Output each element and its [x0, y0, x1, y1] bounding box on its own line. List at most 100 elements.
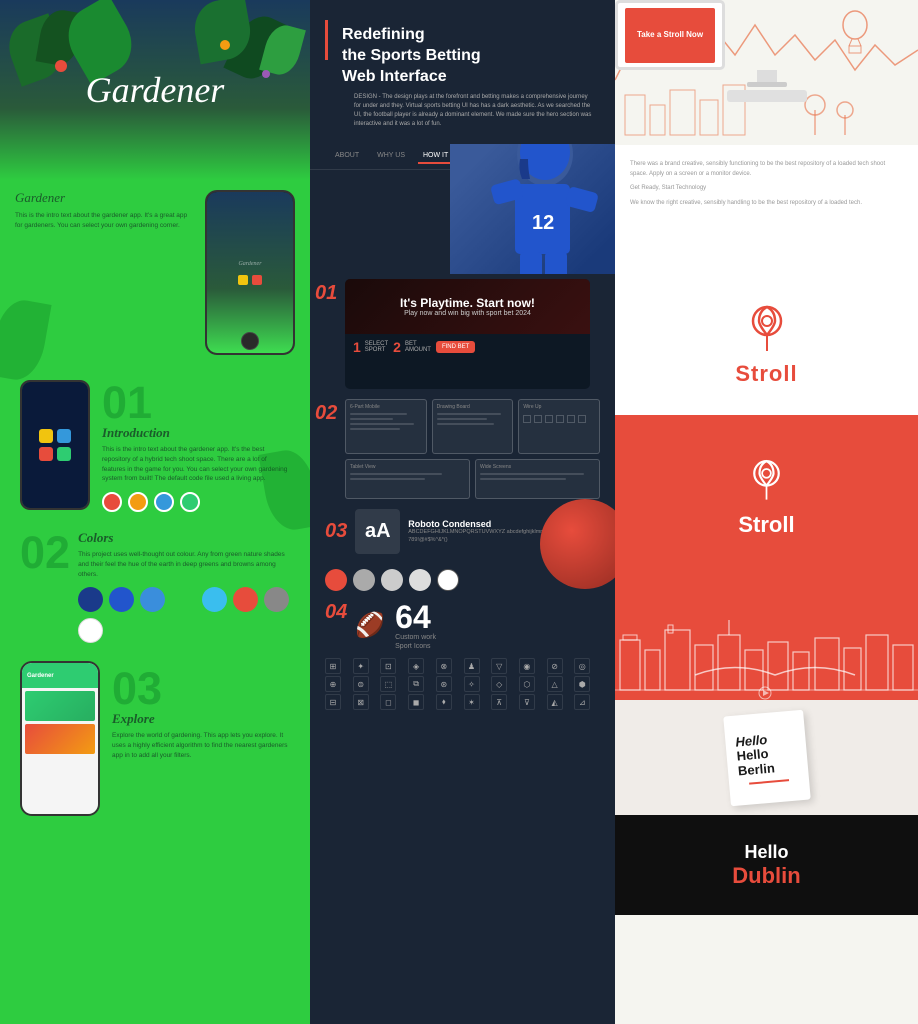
colors-description: This project uses well-thought out colou… — [78, 550, 290, 579]
wireframe-2: Drawing Board — [432, 399, 514, 454]
palette-white — [437, 569, 459, 591]
section-01-label: 01 — [315, 282, 337, 305]
phone-icon-cluster — [39, 429, 71, 461]
explore-title: Explore — [112, 711, 290, 727]
icon-cell-28: ⊽ — [519, 694, 535, 710]
red-accent-line — [325, 20, 328, 60]
icon-cell-5: ⊗ — [436, 658, 452, 674]
section-03-label: 03 — [325, 520, 347, 543]
step-1-num: 1 — [353, 339, 361, 355]
wf-cell — [523, 415, 531, 423]
step-2-text: BETAMOUNT — [405, 341, 431, 353]
icon-cell-20: ⬢ — [574, 676, 590, 692]
phone-screen-social: Gardener — [22, 663, 98, 814]
hello-berlin-card: Hello Hello Berlin — [615, 700, 918, 815]
phone-mockup-small — [20, 380, 90, 510]
wireframe-label-3: Wire Up — [523, 404, 595, 410]
step-2-num: 2 — [393, 339, 401, 355]
swatch-blue — [109, 587, 134, 612]
keyboard — [727, 90, 807, 102]
wf-cell — [556, 415, 564, 423]
icon-cell-1: ⊞ — [325, 658, 341, 674]
dublin-city-text: Dublin — [732, 863, 800, 889]
nav-tab-why[interactable]: WHY US — [372, 149, 410, 164]
palette-gray1 — [353, 569, 375, 591]
phone-screen-main: Gardener — [207, 192, 293, 353]
swatch-dark-blue — [78, 587, 103, 612]
social-post-image-2 — [25, 724, 95, 754]
sports-subtitle: DESIGN - The design plays at the forefro… — [342, 93, 595, 129]
stroll-text-card: There was a brand creative, sensibly fun… — [615, 145, 918, 275]
icon-cell-4: ◈ — [408, 658, 424, 674]
wireframe-1: 6-Part Mobile — [345, 399, 427, 454]
social-post-2 — [25, 724, 95, 754]
explore-description: Explore the world of gardening. This app… — [112, 731, 290, 760]
wireframe-label-1: 6-Part Mobile — [350, 404, 422, 410]
nav-tab-about[interactable]: ABOUT — [330, 149, 364, 164]
hello-dublin-card: Hello Dublin — [615, 815, 918, 915]
icon-grid-section: ⊞ ✦ ⊡ ◈ ⊗ ♟ ▽ ◉ ⊘ ◎ ⊕ ⊜ ⬚ ⧉ ⊛ ✧ ◇ ⬡ △ ⬢ … — [310, 655, 615, 713]
wf-cell — [567, 415, 575, 423]
social-post-image-1 — [25, 691, 95, 721]
icon-cell-8: ◉ — [519, 658, 535, 674]
palette-red — [325, 569, 347, 591]
section-03-wrapper: 03 aA Roboto Condensed ABCDEFGHIJKLMNOPQ… — [310, 504, 615, 559]
phone-screen-dark — [22, 382, 88, 508]
bet-step-3: FIND BET — [436, 339, 475, 355]
app-icon-blue — [57, 429, 71, 443]
bet-video-background: It's Playtime. Start now! Play now and w… — [345, 279, 590, 334]
phone-icon-1 — [238, 275, 248, 285]
monitor-base — [747, 82, 787, 87]
football-player-bg: 12 — [450, 144, 615, 274]
dublin-hello-text: Hello — [732, 842, 800, 863]
wf-cell — [578, 415, 586, 423]
icon-cell-30: ⊿ — [574, 694, 590, 710]
icon-cell-19: △ — [547, 676, 563, 692]
berlin-book-title: Hello Hello Berlin — [734, 730, 798, 778]
gardener-header: Gardener — [0, 0, 310, 180]
stroll-body-text-2: We know the right creative, sensibly han… — [630, 199, 903, 209]
avatar-3 — [154, 492, 174, 512]
social-header: Gardener — [22, 663, 98, 688]
avatar-row — [102, 492, 290, 512]
icon-cell-13: ⬚ — [380, 676, 396, 692]
sports-main-title: Redefining the Sports Betting Web Interf… — [342, 25, 595, 87]
bet-subtext: Play now and win big with sport bet 2024 — [400, 310, 535, 317]
explore-section: Gardener 03 Explore Explore the world of… — [0, 651, 310, 826]
stroll-logo-card: Stroll — [615, 275, 918, 415]
social-content — [22, 688, 98, 760]
swatch-green — [171, 587, 196, 612]
icon-cell-7: ▽ — [491, 658, 507, 674]
swatch-gray — [264, 587, 289, 612]
phone-mockup-main: Gardener — [205, 190, 295, 355]
stroll-logo-text: Stroll — [735, 361, 797, 387]
icon-cell-17: ◇ — [491, 676, 507, 692]
left-column: Gardener Gardener This is the intro text… — [0, 0, 310, 1024]
sports-title-block: Redefining the Sports Betting Web Interf… — [330, 25, 595, 129]
social-app-name: Gardener — [27, 673, 54, 679]
stroll-tagline: Get Ready, Start Technology — [630, 184, 903, 194]
stroll-red-card: Stroll — [615, 415, 918, 580]
monitor-stand — [757, 70, 777, 82]
stroll-pin-svg — [747, 303, 787, 353]
section-02-number: 02 — [20, 530, 70, 575]
avatar-4 — [180, 492, 200, 512]
player-silhouette: 12 — [450, 144, 615, 274]
step-3-btn[interactable]: FIND BET — [436, 341, 475, 353]
sports-hero: 12 ABOUT WHY US HOW IT WORKS ABOUT — [310, 144, 615, 274]
step-1-text: SELECTSPORT — [365, 341, 388, 353]
swatch-cyan — [202, 587, 227, 612]
gardener-sub-title: Gardener — [15, 190, 195, 206]
section-04-wrapper: 04 🏈 64 Custom work Sport Icons — [310, 596, 615, 655]
bet-steps: 1 SELECTSPORT 2 BETAMOUNT FIND BET — [345, 334, 590, 360]
wf-cell — [534, 415, 542, 423]
gardener-main-title: Gardener — [86, 69, 225, 111]
intro-description: This is the intro text about the gardene… — [102, 445, 290, 484]
phone-home-button — [241, 332, 259, 350]
wireframe-5: Wide Screens — [475, 459, 600, 499]
swatch-red — [233, 587, 258, 612]
flower-decoration-3 — [262, 70, 270, 78]
icon-cell-24: ◼ — [408, 694, 424, 710]
phone-mockup-bottom: Gardener — [20, 661, 100, 816]
icon-cell-11: ⊕ — [325, 676, 341, 692]
